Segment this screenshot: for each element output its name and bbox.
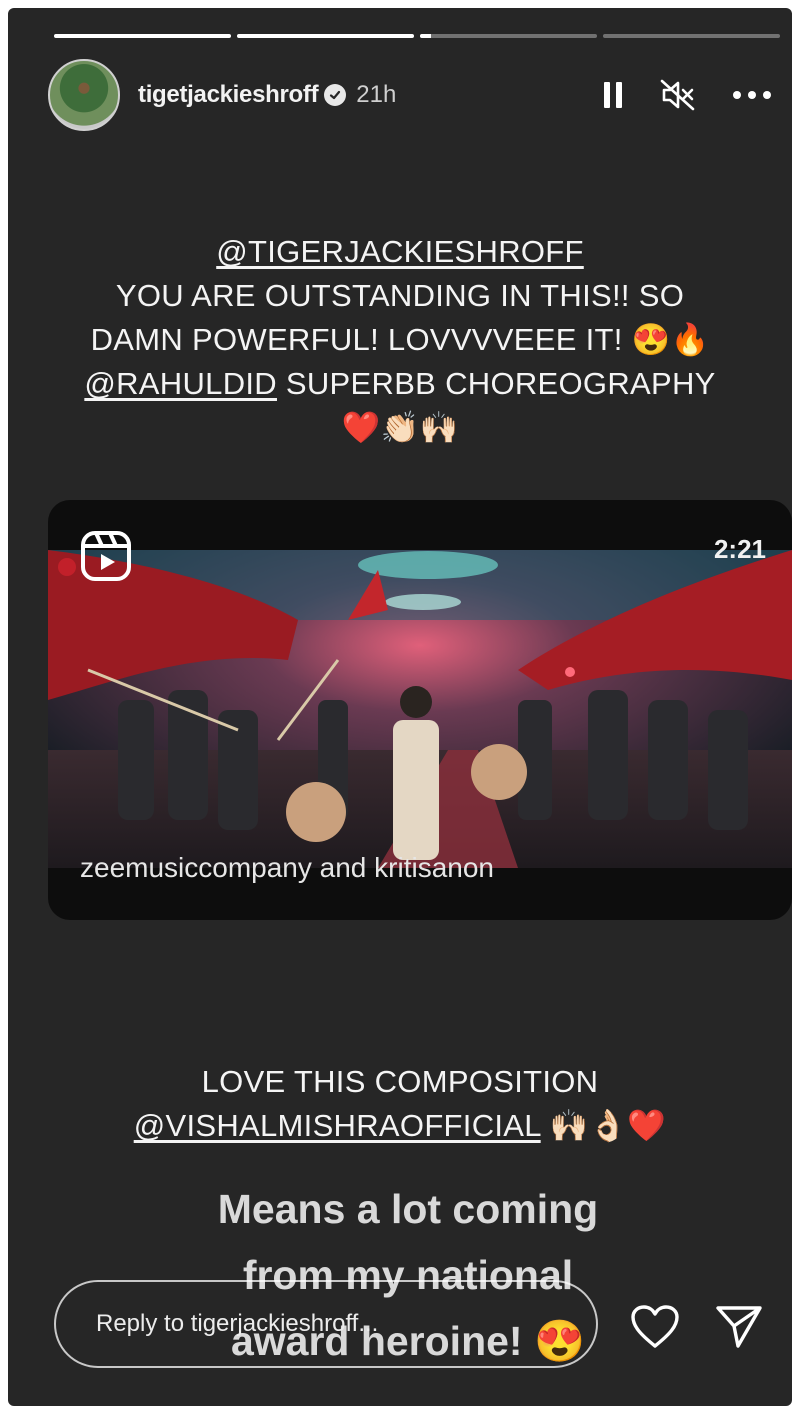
send-icon[interactable] xyxy=(714,1302,764,1356)
caption-line-text: SUPERBB CHOREOGRAPHY xyxy=(276,366,716,401)
more-options-icon[interactable] xyxy=(732,90,772,100)
progress-segment xyxy=(54,34,231,38)
progress-segment xyxy=(420,34,597,38)
story-viewer[interactable]: tigetjackieshroff 21h @TIGERJACKIESHROFF… xyxy=(8,8,792,1406)
story-caption-bottom: LOVE THIS COMPOSITION @VISHALMISHRAOFFIC… xyxy=(8,1060,792,1148)
reel-thumbnail[interactable] xyxy=(48,550,792,868)
caption-line: DAMN POWERFUL! LOVVVVEEE IT! 😍🔥 xyxy=(90,322,710,357)
verified-badge-icon xyxy=(324,84,347,106)
caption-line: YOU ARE OUTSTANDING IN THIS!! SO xyxy=(115,278,685,313)
progress-segment xyxy=(603,34,780,38)
record-indicator-icon xyxy=(58,558,76,576)
mute-icon[interactable] xyxy=(660,79,696,111)
reel-credit[interactable]: zeemusiccompany and kritisanon xyxy=(80,852,494,884)
story-timestamp: 21h xyxy=(356,81,397,108)
reply-placeholder: Reply to tigerjackieshroff... xyxy=(96,1310,379,1337)
caption-emojis: 🙌🏻👌🏻❤️ xyxy=(540,1108,667,1143)
caption-line: LOVE THIS COMPOSITION xyxy=(201,1064,599,1099)
sticker-line: Means a lot coming xyxy=(217,1186,599,1232)
shared-reel-card[interactable]: 2:21 zeemusiccompany and kritisanon xyxy=(48,500,792,920)
mention-rahuldid[interactable]: @RAHULDID xyxy=(84,366,277,401)
story-caption-top: @TIGERJACKIESHROFF YOU ARE OUTSTANDING I… xyxy=(8,230,792,450)
story-header: tigetjackieshroff 21h xyxy=(48,59,772,131)
reply-input[interactable]: Reply to tigerjackieshroff... xyxy=(54,1280,598,1368)
like-heart-icon[interactable] xyxy=(630,1304,680,1354)
story-progress-bar xyxy=(54,34,780,38)
progress-segment xyxy=(237,34,414,38)
reel-duration: 2:21 xyxy=(713,534,766,564)
caption-emojis: ❤️👏🏻🙌🏻 xyxy=(341,410,459,445)
reels-icon xyxy=(80,530,132,586)
username[interactable]: tigetjackieshroff xyxy=(138,81,319,109)
mention-vishalmishraofficial[interactable]: @VISHALMISHRAOFFICIAL xyxy=(134,1108,541,1143)
mention-tigerjackieshroff[interactable]: @TIGERJACKIESHROFF xyxy=(216,234,584,269)
pause-icon[interactable] xyxy=(602,80,624,110)
avatar[interactable] xyxy=(48,59,120,131)
